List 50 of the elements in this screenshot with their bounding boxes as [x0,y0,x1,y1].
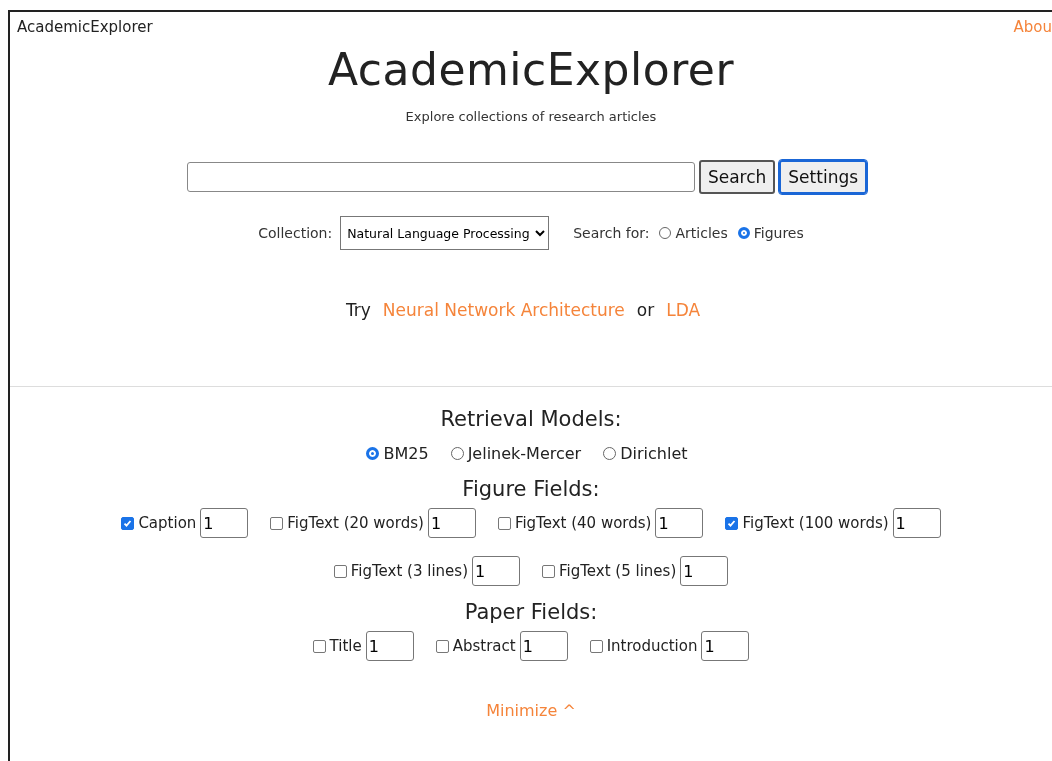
weight-field[interactable]: 1 [701,631,750,661]
radio-label: Articles [675,225,728,241]
field-label: Introduction [606,637,698,655]
checkbox[interactable] [435,639,449,653]
radio-label: BM25 [383,444,429,463]
field-label: Abstract [452,637,516,655]
weight-field[interactable]: 1 [680,556,729,586]
page-title: AcademicExplorer [327,44,735,95]
field-label: FigText (5 lines) [559,562,677,580]
radio-label: Dirichlet [620,444,688,463]
search-button[interactable]: Search [698,160,776,194]
radio-button[interactable] [737,227,750,239]
weight-field[interactable]: 1 [655,508,704,538]
check-icon [123,518,133,528]
checkbox[interactable] [333,564,347,578]
checkbox[interactable] [589,639,603,653]
checkbox[interactable] [542,564,555,578]
checkbox[interactable] [312,639,326,653]
field-label: FigText (3 lines) [350,562,468,580]
radio-label: Figures [753,225,804,241]
field-label: FigText (100 words) [742,514,889,532]
weight-field[interactable]: 1 [365,631,414,661]
site-brand: AcademicExplorer [17,18,153,36]
radio-button[interactable] [366,447,380,460]
weight-field[interactable]: 1 [472,556,520,586]
radio-label: Jelinek-Mercer [467,444,582,463]
collection-dropdown[interactable]: Natural Language Processing [340,216,550,250]
search-for-label: Search for: [573,225,650,241]
weight-field[interactable]: 1 [427,508,476,538]
weight-field[interactable]: 1 [200,508,249,538]
checkbox[interactable] [497,516,511,530]
page-subtitle: Explore collections of research articles [404,109,658,124]
suggestion-text: Try [345,300,371,320]
check-icon [727,518,737,528]
checkbox[interactable] [121,516,135,530]
section-heading: Retrieval Models: [439,407,623,431]
field-label: Title [329,637,362,655]
collection-label: Collection: [258,225,333,241]
search-field[interactable] [186,162,695,192]
suggestion-text: or [636,300,655,320]
section-heading: Figure Fields: [461,477,601,501]
settings-button[interactable]: Settings [779,160,868,194]
field-label: Caption [138,514,197,532]
checkbox[interactable] [270,516,284,530]
checkbox[interactable] [725,516,739,530]
weight-field[interactable]: 1 [519,631,568,661]
field-label: FigText (20 words) [287,514,424,532]
field-label: FigText (40 words) [514,514,652,532]
section-heading: Paper Fields: [463,600,599,624]
weight-field[interactable]: 1 [892,508,941,538]
